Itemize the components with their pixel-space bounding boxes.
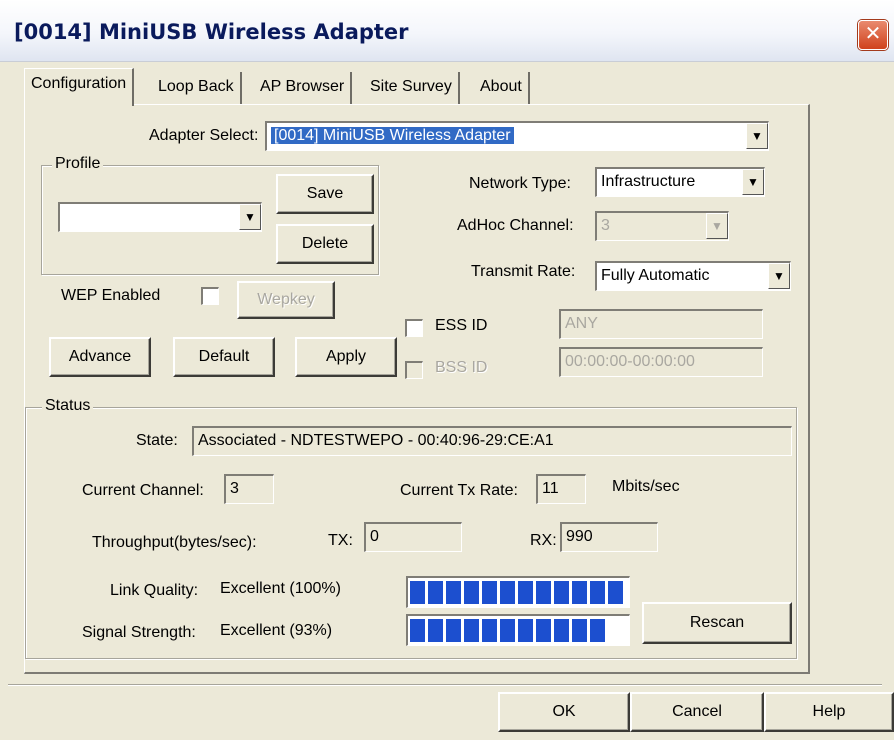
network-type-label: Network Type:	[469, 175, 571, 192]
signal-strength-meter-segment	[410, 619, 425, 642]
rx-label: RX:	[530, 532, 557, 549]
link-quality-meter-segment	[590, 581, 605, 604]
network-type-value: Infrastructure	[601, 173, 696, 190]
ok-button[interactable]: OK	[498, 692, 630, 732]
chevron-down-icon[interactable]: ▼	[706, 213, 728, 239]
status-group-label: Status	[42, 397, 94, 415]
adhoc-channel-dropdown[interactable]: 3 ▼	[595, 211, 729, 241]
signal-strength-meter	[406, 614, 630, 646]
profile-group-label: Profile	[52, 155, 104, 173]
link-quality-meter-segment	[446, 581, 461, 604]
profile-group: Profile ▼ Save Delete	[41, 155, 379, 275]
tab-about[interactable]: About	[474, 72, 530, 104]
essid-label: ESS ID	[435, 317, 488, 334]
signal-strength-value: Excellent (93%)	[220, 622, 333, 639]
dialog-window: [0014] MiniUSB Wireless Adapter ✕ Config…	[0, 0, 894, 740]
essid-field[interactable]: ANY	[559, 309, 763, 339]
signal-strength-meter-segment	[518, 619, 533, 642]
delete-button[interactable]: Delete	[276, 224, 374, 264]
tx-rate-unit: Mbits/sec	[612, 478, 680, 495]
signal-strength-meter-segment	[572, 619, 587, 642]
tab-ap-browser[interactable]: AP Browser	[254, 72, 353, 104]
chevron-down-icon[interactable]: ▼	[742, 169, 764, 195]
signal-strength-meter-segment	[464, 619, 479, 642]
signal-strength-meter-segment	[500, 619, 515, 642]
signal-strength-meter-segment	[482, 619, 497, 642]
adapter-select-dropdown[interactable]: [0014] MiniUSB Wireless Adapter ▼	[265, 121, 769, 151]
chevron-down-icon[interactable]: ▼	[239, 204, 261, 230]
bssid-checkbox[interactable]	[405, 361, 423, 379]
signal-strength-meter-segment	[428, 619, 443, 642]
window-title: [0014] MiniUSB Wireless Adapter	[14, 20, 409, 44]
throughput-label: Throughput(bytes/sec):	[92, 534, 257, 551]
signal-strength-meter-segment	[554, 619, 569, 642]
current-channel-label: Current Channel:	[82, 482, 204, 499]
advance-button[interactable]: Advance	[49, 337, 151, 377]
close-icon[interactable]: ✕	[858, 20, 888, 50]
transmit-rate-dropdown[interactable]: Fully Automatic ▼	[595, 261, 791, 291]
adapter-select-value: [0014] MiniUSB Wireless Adapter	[271, 127, 514, 144]
adhoc-channel-value: 3	[601, 217, 610, 234]
link-quality-meter-segment	[464, 581, 479, 604]
tab-loop-back[interactable]: Loop Back	[152, 72, 242, 104]
current-channel-field: 3	[224, 474, 274, 504]
link-quality-meter-segment	[518, 581, 533, 604]
signal-strength-meter-segment	[590, 619, 605, 642]
footer-separator	[8, 684, 882, 686]
link-quality-label: Link Quality:	[110, 582, 199, 599]
link-quality-meter-segment	[410, 581, 425, 604]
chevron-down-icon[interactable]: ▼	[746, 123, 768, 149]
tx-field: 0	[364, 522, 462, 552]
current-tx-rate-field: 11	[536, 474, 586, 504]
state-label: State:	[136, 432, 178, 449]
link-quality-meter-segment	[608, 581, 623, 604]
signal-strength-label: Signal Strength:	[82, 624, 196, 641]
adapter-select-label: Adapter Select:	[149, 127, 259, 144]
chevron-down-icon[interactable]: ▼	[768, 263, 790, 289]
adhoc-channel-label: AdHoc Channel:	[457, 217, 574, 234]
cancel-button[interactable]: Cancel	[630, 692, 764, 732]
tab-configuration[interactable]: Configuration	[24, 68, 135, 106]
network-type-dropdown[interactable]: Infrastructure ▼	[595, 167, 765, 197]
link-quality-meter-segment	[554, 581, 569, 604]
current-tx-rate-label: Current Tx Rate:	[400, 482, 518, 499]
transmit-rate-label: Transmit Rate:	[471, 263, 576, 280]
tx-label: TX:	[328, 532, 353, 549]
transmit-rate-value: Fully Automatic	[601, 267, 710, 284]
rescan-button[interactable]: Rescan	[642, 602, 792, 644]
title-bar[interactable]: [0014] MiniUSB Wireless Adapter ✕	[0, 0, 894, 62]
bssid-label: BSS ID	[435, 359, 488, 376]
apply-button[interactable]: Apply	[295, 337, 397, 377]
link-quality-meter-segment	[428, 581, 443, 604]
tab-site-survey[interactable]: Site Survey	[364, 72, 460, 104]
default-button[interactable]: Default	[173, 337, 275, 377]
configuration-panel: Adapter Select: [0014] MiniUSB Wireless …	[24, 104, 810, 674]
wepkey-button[interactable]: Wepkey	[237, 281, 335, 319]
essid-checkbox[interactable]	[405, 319, 423, 337]
link-quality-meter-segment	[536, 581, 551, 604]
help-button[interactable]: Help	[764, 692, 894, 732]
rx-field: 990	[560, 522, 658, 552]
link-quality-value: Excellent (100%)	[220, 580, 341, 597]
wep-enabled-checkbox[interactable]	[201, 287, 219, 305]
state-field: Associated - NDTESTWEPO - 00:40:96-29:CE…	[192, 426, 792, 456]
link-quality-meter	[406, 576, 630, 608]
wep-enabled-label: WEP Enabled	[61, 287, 161, 304]
bssid-field[interactable]: 00:00:00-00:00:00	[559, 347, 763, 377]
signal-strength-meter-segment	[446, 619, 461, 642]
link-quality-meter-segment	[500, 581, 515, 604]
status-group: Status State: Associated - NDTESTWEPO - …	[25, 397, 797, 659]
signal-strength-meter-segment	[536, 619, 551, 642]
profile-dropdown[interactable]: ▼	[58, 202, 262, 232]
save-button[interactable]: Save	[276, 174, 374, 214]
link-quality-meter-segment	[482, 581, 497, 604]
link-quality-meter-segment	[572, 581, 587, 604]
